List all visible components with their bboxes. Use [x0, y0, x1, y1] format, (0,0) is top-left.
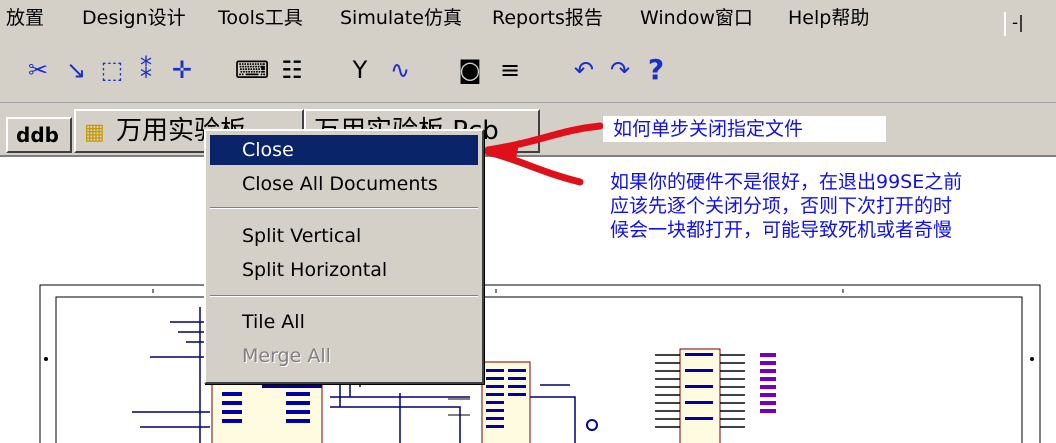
- annotation-line: 应该先逐个关闭分项，否则下次打开的时: [610, 195, 953, 217]
- menu-separator: [210, 207, 478, 209]
- menu-item-split-horizontal[interactable]: Split Horizontal: [210, 255, 478, 285]
- annotation-body: 如果你的硬件不是很好，在退出99SE之前 应该先逐个关闭分项，否则下次打开的时 …: [610, 170, 1052, 242]
- menu-item-tile-all[interactable]: Tile All: [210, 307, 478, 337]
- tab-context-menu: Close Close All Documents Split Vertical…: [204, 129, 484, 384]
- menu-item-close[interactable]: Close: [210, 135, 478, 165]
- menu-separator: [210, 295, 478, 297]
- menu-item-close-all-documents[interactable]: Close All Documents: [210, 169, 478, 199]
- menu-item-merge-all: Merge All: [242, 345, 331, 367]
- annotation-line: 候会一块都打开，可能导致死机或者奇慢: [610, 219, 953, 241]
- annotation-title: 如何单步关闭指定文件: [603, 116, 886, 142]
- annotation-line: 如果你的硬件不是很好，在退出99SE之前: [610, 171, 963, 193]
- menu-item-split-vertical[interactable]: Split Vertical: [210, 221, 478, 251]
